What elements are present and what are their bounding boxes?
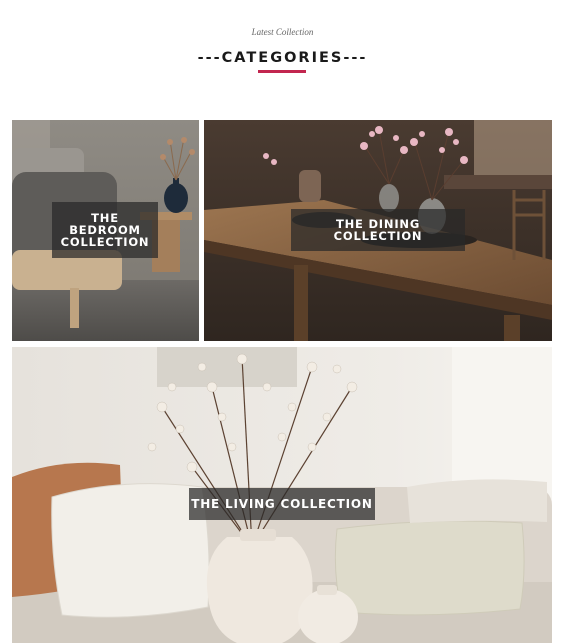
category-card-dining[interactable]: THE DINING COLLECTION	[204, 120, 552, 341]
dining-collection-label: THE DINING COLLECTION	[291, 209, 465, 251]
category-card-living[interactable]: THE LIVING COLLECTION	[12, 347, 552, 643]
bedroom-collection-label: THE BEDROOM COLLECTION	[52, 202, 158, 258]
section-title: ---CATEGORIES---	[197, 50, 368, 66]
label-line: COLLECTION	[333, 229, 423, 243]
living-collection-label: THE LIVING COLLECTION	[189, 488, 375, 520]
label-line: THE LIVING COLLECTION	[191, 497, 373, 511]
title-underline	[258, 70, 306, 73]
label-line: COLLECTION	[60, 235, 150, 249]
section-eyebrow: Latest Collection	[251, 27, 314, 37]
category-card-bedroom[interactable]: THE BEDROOM COLLECTION	[12, 120, 199, 341]
